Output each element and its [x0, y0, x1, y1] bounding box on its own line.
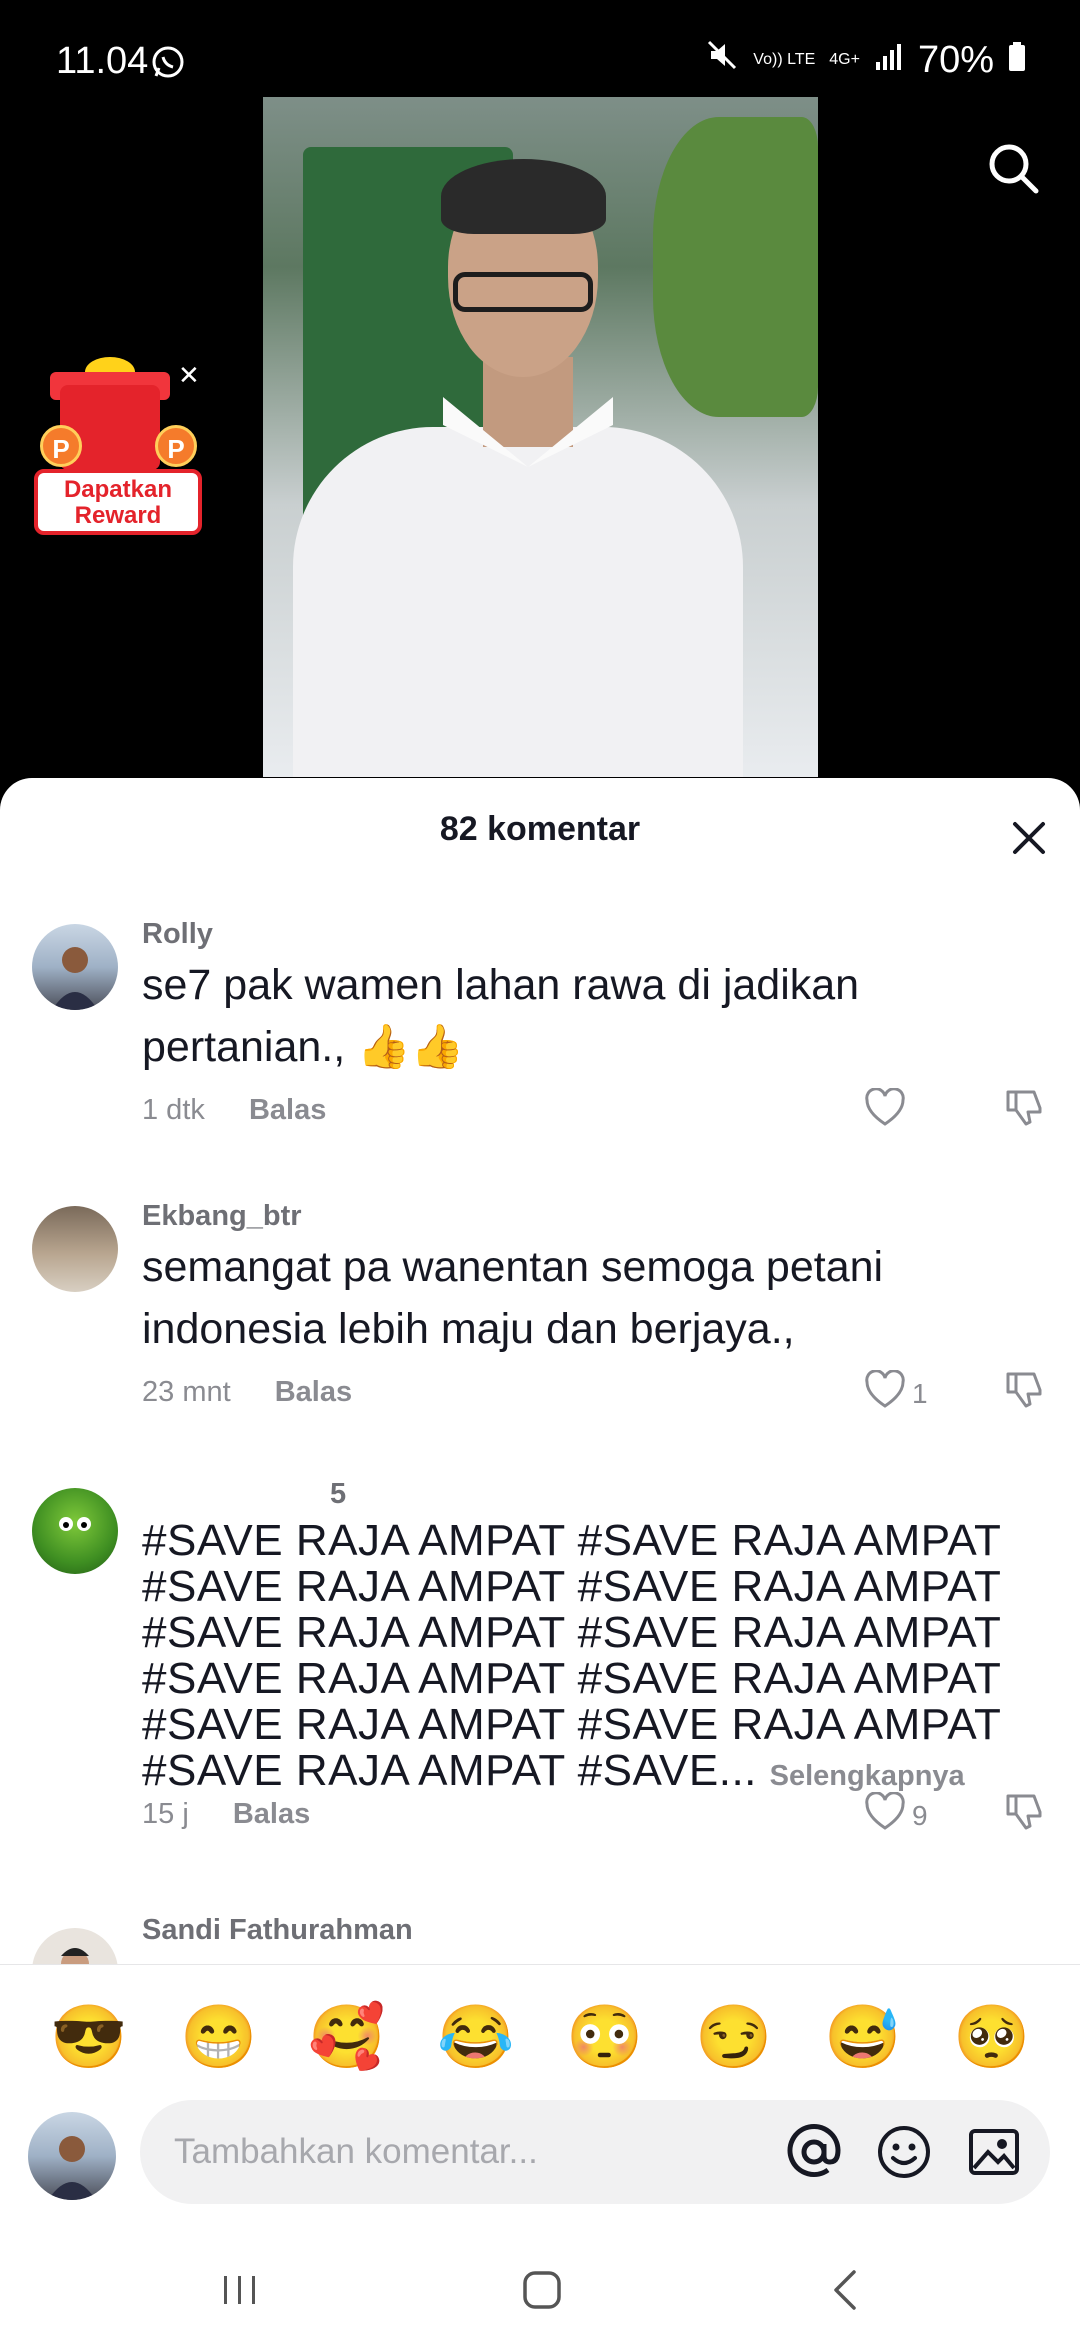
comment-input[interactable]: Tambahkan komentar...: [140, 2100, 1050, 2204]
avatar: [28, 2112, 116, 2200]
mute-icon: [705, 38, 739, 82]
status-time: 11.04: [56, 40, 149, 82]
heart-icon: [864, 1369, 906, 1417]
home-icon[interactable]: [512, 2260, 572, 2320]
emoji-button[interactable]: 😅: [824, 2003, 901, 2073]
back-icon[interactable]: [816, 2260, 876, 2320]
emoji-quick-bar: 😎 😁 🥰 😂 😳 😏 😅 🥺: [0, 1964, 1080, 2115]
comment-time: 1 dtk: [142, 1094, 205, 1126]
comment-username[interactable]: 5: [330, 1478, 346, 1511]
emoji-icon[interactable]: [874, 2122, 934, 2182]
coin-icon: P: [40, 425, 82, 467]
like-button[interactable]: [864, 1087, 912, 1135]
emoji-button[interactable]: 😁: [180, 2003, 257, 2073]
whatsapp-icon: [150, 44, 186, 85]
reward-label[interactable]: Dapatkan Reward: [34, 469, 202, 535]
comment-meta: 1 dtk Balas: [142, 1094, 326, 1127]
avatar[interactable]: [32, 924, 118, 1010]
close-icon[interactable]: [1005, 814, 1053, 862]
signal-icon: [874, 39, 904, 82]
volte-icon: Vo)) LTE: [753, 51, 816, 68]
comment-input-placeholder: Tambahkan komentar...: [174, 2132, 538, 2171]
emoji-button[interactable]: 😂: [437, 2003, 514, 2073]
like-button[interactable]: 1: [864, 1369, 928, 1417]
mention-icon[interactable]: [784, 2122, 844, 2182]
heart-icon: [864, 1791, 906, 1839]
comment-text: semangat pa wanentan semoga petani indon…: [142, 1243, 884, 1353]
emoji-button[interactable]: 😎: [50, 2003, 127, 2073]
comment-text: se7 pak wamen lahan rawa di jadikan pert…: [142, 961, 860, 1071]
avatar[interactable]: [32, 1206, 118, 1292]
comment-username[interactable]: Sandi Fathurahman: [142, 1914, 413, 1947]
dislike-icon[interactable]: [1004, 1086, 1046, 1133]
emoji-button[interactable]: 😳: [566, 2003, 643, 2073]
recents-icon[interactable]: [210, 2260, 270, 2320]
reply-button[interactable]: Balas: [275, 1376, 352, 1408]
reply-button[interactable]: Balas: [249, 1094, 326, 1126]
comment-time: 23 mnt: [142, 1376, 231, 1408]
like-button[interactable]: 9: [864, 1791, 928, 1839]
comment-text: #SAVE RAJA AMPAT #SAVE RAJA AMPAT #SAVE …: [142, 1516, 1001, 1795]
comment-meta: 15 j Balas: [142, 1798, 310, 1831]
coin-icon: P: [155, 425, 197, 467]
emoji-button[interactable]: 🥺: [953, 2003, 1030, 2073]
comment-username[interactable]: Ekbang_btr: [142, 1200, 302, 1233]
like-count: 1: [912, 1377, 928, 1409]
comment-count-title: 82 komentar: [439, 810, 641, 848]
reply-button[interactable]: Balas: [233, 1798, 310, 1830]
system-nav-bar: [0, 2230, 1080, 2340]
heart-icon: [864, 1087, 906, 1135]
video-player[interactable]: [263, 97, 818, 777]
like-count: 9: [912, 1799, 928, 1831]
dislike-icon[interactable]: [1004, 1368, 1046, 1415]
avatar[interactable]: [32, 1488, 118, 1574]
search-icon[interactable]: [985, 140, 1041, 196]
comment-time: 15 j: [142, 1798, 189, 1830]
comment-meta: 23 mnt Balas: [142, 1376, 352, 1409]
emoji-button[interactable]: 😏: [695, 2003, 772, 2073]
battery-level: 70%: [917, 38, 994, 81]
dislike-icon[interactable]: [1004, 1790, 1046, 1837]
see-more-link[interactable]: Selengkapnya: [770, 1760, 965, 1792]
emoji-button[interactable]: 🥰: [308, 2003, 385, 2073]
comment-input-row: Tambahkan komentar...: [0, 2100, 1080, 2210]
comment-username[interactable]: Rolly: [142, 918, 213, 951]
image-icon[interactable]: [964, 2122, 1024, 2182]
status-bar: 11.04 Vo)) LTE 4G+ 70%: [0, 0, 1080, 96]
close-icon[interactable]: ✕: [178, 360, 200, 391]
network-4g-icon: 4G+: [829, 51, 860, 68]
battery-icon: [1008, 39, 1026, 82]
